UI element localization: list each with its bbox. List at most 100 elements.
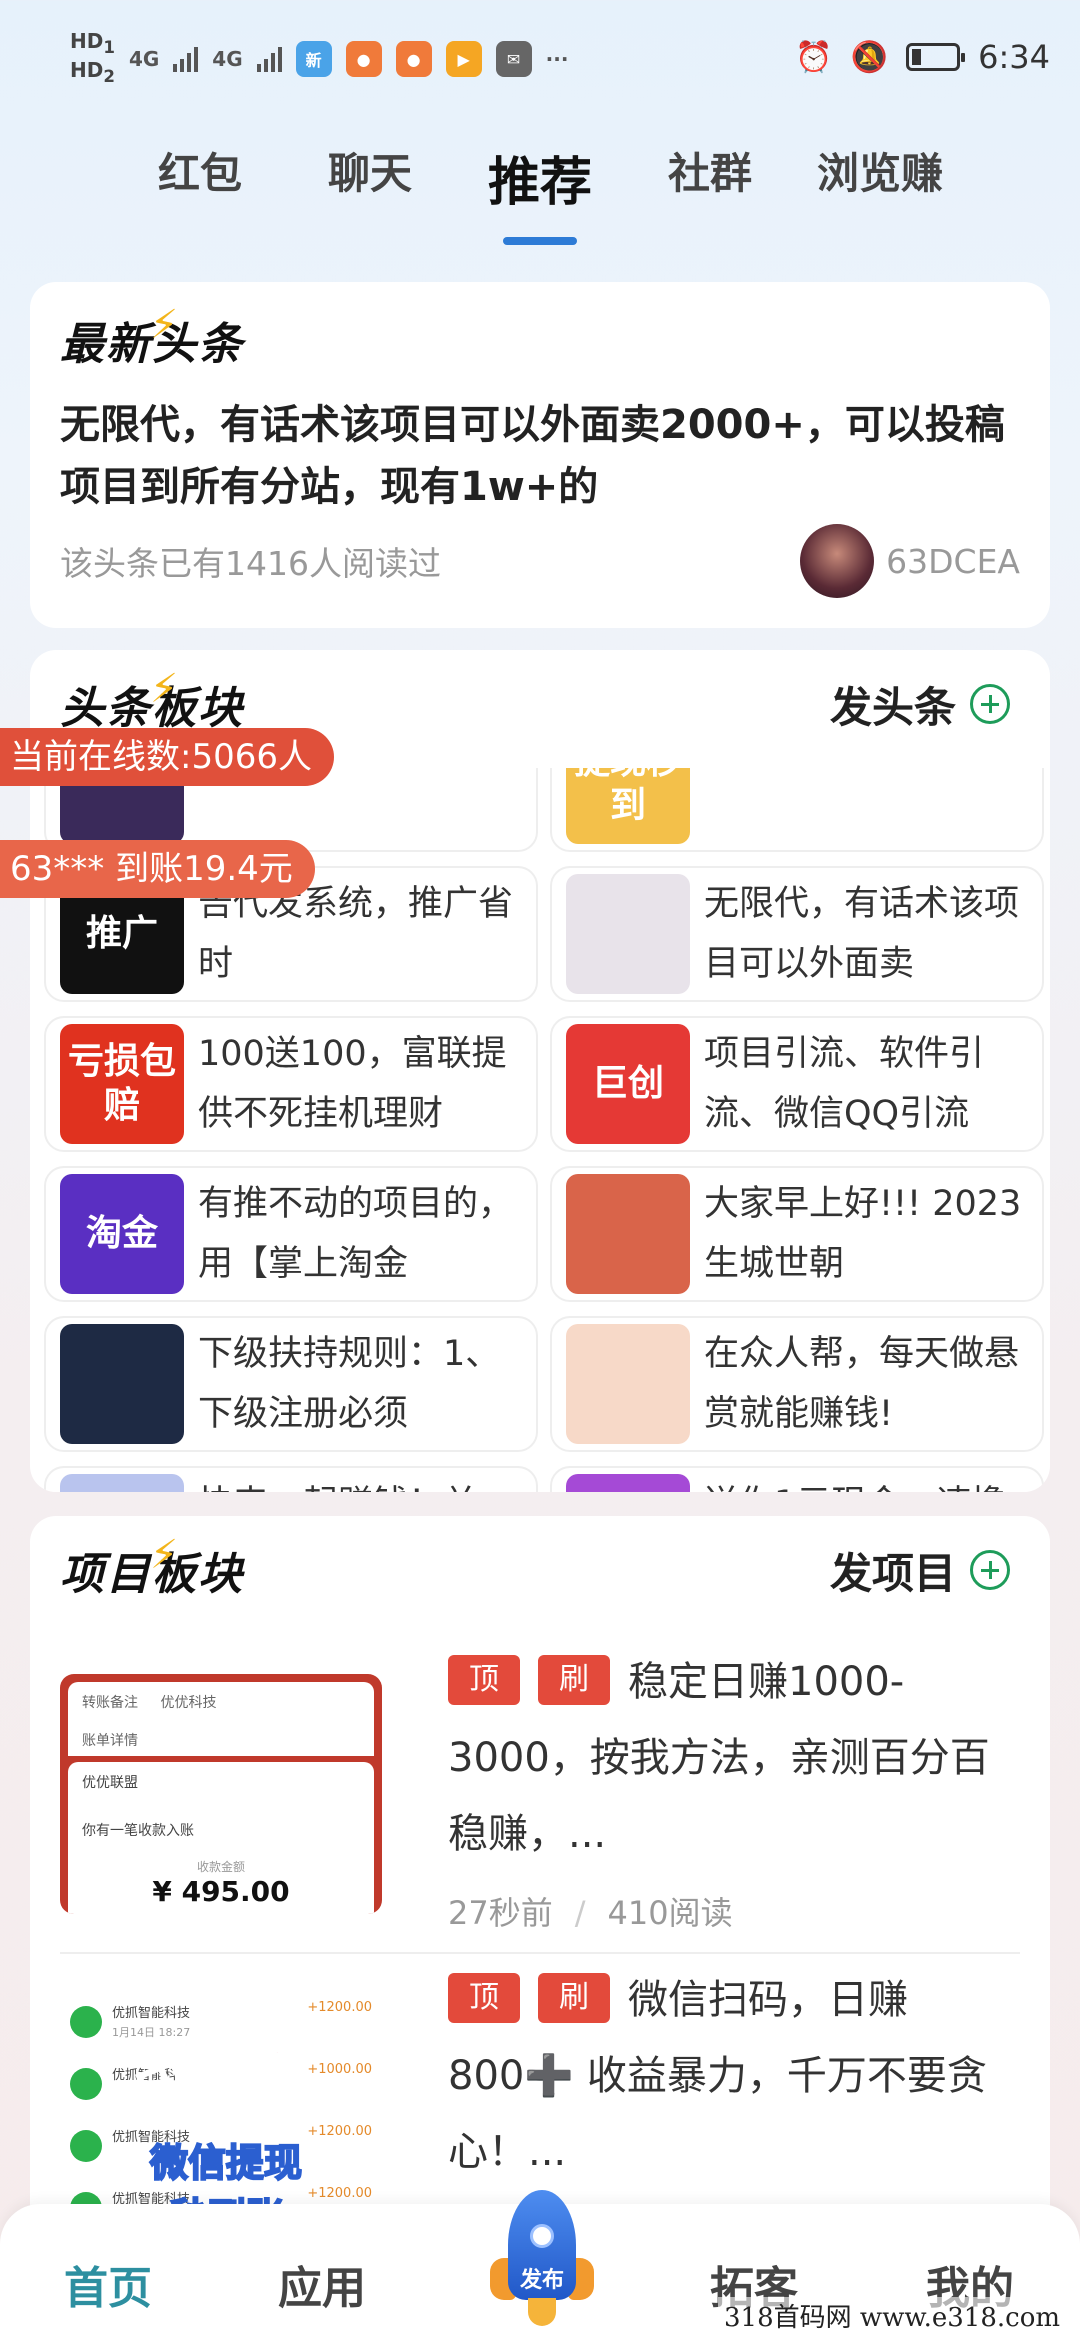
headline-thumbnail[interactable] <box>60 1324 184 1444</box>
headline-item-text: 100送100，富联提供不死挂机理财 <box>198 1034 507 1134</box>
avatar[interactable] <box>800 524 875 598</box>
headline-thumbnail[interactable] <box>566 874 690 994</box>
project-title: 微信扫码，日赚800➕ 收益暴力，千万不要贪心！... <box>448 1977 987 2175</box>
headline-item-text: 在众人帮，每天做悬赏就能赚钱! <box>704 1334 1020 1434</box>
payout-ticker: 63*** 到账19.4元 <box>0 840 315 898</box>
headline-item-text: 赌博、彩票、色 <box>704 768 949 844</box>
headline-list-item[interactable]: 巨创 项目引流、软件引流、微信QQ引流 <box>550 1016 1044 1152</box>
battery-icon <box>906 43 966 71</box>
project-thumbnail[interactable]: 转账备注 优优科技 账单详情 优优联盟 你有一笔收款入账 收款金额 ¥ 495.… <box>60 1674 382 1914</box>
headline-thumbnail[interactable]: 巨创 <box>566 1024 690 1144</box>
post-time: 27秒前 <box>448 1894 553 1932</box>
wechat-pay-icon <box>70 2006 102 2038</box>
headline-list-item[interactable]: 亏损包赔 100送100，富联提供不死挂机理财 <box>44 1016 538 1152</box>
headline-item-text: 下级扶持规则：1、下级注册必须 <box>198 1334 501 1434</box>
tab-browse-earn[interactable]: 浏览赚 <box>795 140 965 215</box>
lightning-icon: ⚡ <box>150 666 181 712</box>
mail-app-icon: ✉ <box>495 41 532 77</box>
headline-thumbnail[interactable] <box>60 1474 184 1492</box>
read-count: 该头条已有1416人阅读过 <box>60 544 441 583</box>
online-count-ticker: 当前在线数:5066人 <box>0 728 334 786</box>
status-bar: HD1 HD2 4G 4G 新 ● ● ▶ ✉ ··· ⏰ 🔕 6:34 <box>0 0 1080 120</box>
rocket-window <box>530 2224 554 2248</box>
lightning-icon: ⚡ <box>150 1532 181 1578</box>
payer-name: 优抓智能科技 <box>112 2006 191 2021</box>
refresh-badge: 刷 <box>538 1973 610 2023</box>
post-project-button[interactable]: 发项目 <box>830 1540 1010 1601</box>
headline-thumbnail[interactable]: 淘金 <box>60 1174 184 1294</box>
network-type-2: 4G <box>212 47 243 71</box>
tab-hongbao[interactable]: 红包 <box>115 140 285 215</box>
tab-recommend[interactable]: 推荐 <box>455 140 625 215</box>
wechat-pay-icon <box>70 2130 102 2162</box>
payment-amount: +1000.00 <box>307 2062 372 2077</box>
headline-list-item[interactable]: 快来一起赚钱！关 <box>44 1466 538 1492</box>
headline-list-item[interactable]: 10元现金红包送你1元现金，速撸 <box>550 1466 1044 1492</box>
game-app-icon-2: ● <box>395 41 432 77</box>
headline-item-text: 无限代，有话术该项目可以外面卖 <box>704 884 1020 984</box>
hd-indicator: HD1 HD2 <box>70 29 115 86</box>
project-text[interactable]: 顶刷微信扫码，日赚800➕ 收益暴力，千万不要贪心！... <box>448 1962 1010 2190</box>
tab-chat[interactable]: 聊天 <box>285 140 455 215</box>
network-type-1: 4G <box>128 47 160 71</box>
signal-icon-2 <box>256 46 282 72</box>
top-tabs: 红包 聊天 推荐 社群 浏览赚 <box>0 140 1080 215</box>
payment-amount: +1200.00 <box>307 2124 372 2139</box>
alarm-icon: ⏰ <box>795 39 833 75</box>
author-name: 63DCEA <box>886 541 1020 581</box>
wechat-pay-icon <box>70 2068 102 2100</box>
headline-list-item[interactable]: 在众人帮，每天做悬赏就能赚钱! <box>550 1316 1044 1452</box>
headline-item-text: 大家早上好!!! 2023生城世朝 <box>704 1184 1022 1284</box>
headline-item-text: 快来一起赚钱！关 <box>198 1474 478 1492</box>
publish-rocket-button[interactable]: 发布 <box>490 2190 594 2330</box>
post-headline-button[interactable]: 发头条 <box>830 674 1010 735</box>
nav-apps[interactable]: 应用 <box>278 2252 366 2316</box>
refresh-badge: 刷 <box>538 1655 610 1705</box>
headline-list-item[interactable]: 淘金 有推不动的项目的，用【掌上淘金 <box>44 1166 538 1302</box>
author[interactable]: 63DCEA <box>800 524 1020 598</box>
top-badge: 顶 <box>448 1655 520 1705</box>
section-title: 头条板块 ⚡ <box>60 666 244 734</box>
headline-thumbnail[interactable] <box>566 1324 690 1444</box>
signal-icon <box>173 46 199 72</box>
thumb-text-3: 优优联盟 <box>82 1775 138 1791</box>
payment-amount: +1200.00 <box>307 2186 372 2201</box>
project-meta: 27秒前/410阅读 <box>448 1894 733 1932</box>
headline-text[interactable]: 无限代，有话术该项目可以外面卖2000+，可以投稿项目到所有分站，现有1w+的 <box>60 394 1020 518</box>
thumb-text-2: 账单详情 <box>82 1733 138 1749</box>
thumb-text-1: 转账备注 <box>82 1695 138 1711</box>
headline-thumbnail[interactable]: 提现秒到 <box>566 768 690 844</box>
payment-amount: +1200.00 <box>307 2000 372 2015</box>
plus-circle-icon <box>970 684 1010 724</box>
rocket-flame <box>528 2298 556 2326</box>
tab-community[interactable]: 社群 <box>625 140 795 215</box>
thumb-overlay-2: 微信提现 <box>149 2140 303 2186</box>
thumb-text-5: 收款金额 <box>196 1860 245 1874</box>
headline-list-item[interactable]: 下级扶持规则：1、下级注册必须 <box>44 1316 538 1452</box>
payment-date: 1月14日 18:27 <box>112 2026 191 2039</box>
thumb-text-1b: 优优科技 <box>160 1695 217 1711</box>
project-thumbnail[interactable]: 优抓智能科技 +1200.00 1月14日 18:27 优抓智能科技 +1000.00 优… <box>60 1992 382 2232</box>
news-app-icon: 新 <box>295 41 332 77</box>
read-count: 410阅读 <box>607 1894 733 1932</box>
headline-thumbnail[interactable]: 10元现金红包 <box>566 1474 690 1492</box>
headline-list-item[interactable]: 提现秒到赌博、彩票、色 <box>550 768 1044 852</box>
nav-home[interactable]: 首页 <box>64 2252 152 2316</box>
watermark: 318首码网 www.e318.com <box>718 2297 1066 2334</box>
headline-item-text: 有推不动的项目的，用【掌上淘金 <box>198 1184 514 1284</box>
headline-list-item[interactable]: 无限代，有话术该项目可以外面卖 <box>550 866 1044 1002</box>
clock: 6:34 <box>978 38 1050 76</box>
headline-thumbnail[interactable] <box>566 1174 690 1294</box>
video-app-icon: ▶ <box>445 41 482 77</box>
headline-item-text: 送你1元现金，速撸 <box>704 1474 1006 1492</box>
latest-headline-card[interactable]: 最新头条 ⚡ 无限代，有话术该项目可以外面卖2000+，可以投稿项目到所有分站，现… <box>30 282 1050 628</box>
game-app-icon: ● <box>345 41 382 77</box>
project-title: 稳定日赚1000-3000，按我方法，亲测百分百稳赚，... <box>448 1659 990 1857</box>
project-item[interactable]: 转账备注 优优科技 账单详情 优优联盟 你有一笔收款入账 收款金额 ¥ 495.… <box>60 1644 1020 1954</box>
mute-icon: 🔕 <box>850 39 889 75</box>
headline-list-item[interactable]: 大家早上好!!! 2023生城世朝 <box>550 1166 1044 1302</box>
project-text[interactable]: 顶刷稳定日赚1000-3000，按我方法，亲测百分百稳赚，... <box>448 1644 1010 1872</box>
headline-thumbnail[interactable]: 亏损包赔 <box>60 1024 184 1144</box>
section-title: 项目板块 ⚡ <box>60 1532 244 1600</box>
plus-circle-icon <box>970 1550 1010 1590</box>
